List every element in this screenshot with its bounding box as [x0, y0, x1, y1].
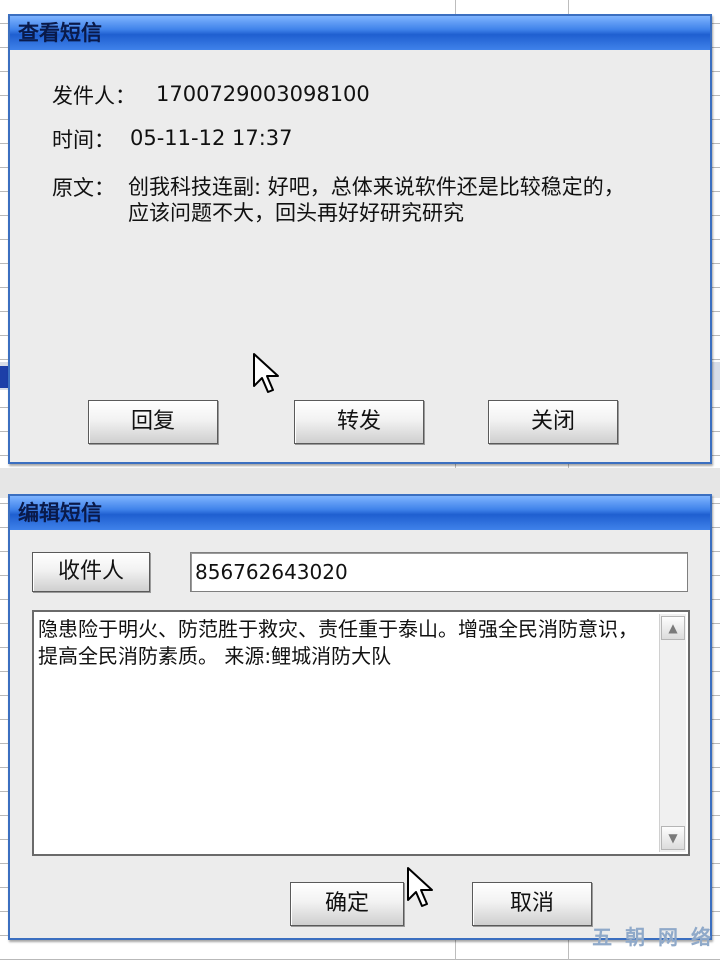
original-label: 原文：: [52, 176, 115, 200]
close-button[interactable]: 关闭: [488, 400, 618, 444]
view-message-dialog: 查看短信 发件人： 1700729003098100 时间： 05-11-12 …: [8, 14, 712, 464]
scroll-down-arrow-icon[interactable]: ▼: [661, 826, 685, 850]
message-scrollbar[interactable]: ▲ ▼: [659, 614, 686, 852]
mouse-pointer-icon: [253, 353, 279, 393]
view-dialog-titlebar: 查看短信: [10, 16, 710, 50]
recipient-button[interactable]: 收件人: [32, 552, 150, 592]
mouse-pointer-icon: [407, 867, 433, 907]
original-message-text: 创我科技连副: 好吧，总体来说软件还是比较稳定的，应该问题不大，回头再好好研究研…: [128, 175, 625, 225]
edit-dialog-titlebar: 编辑短信: [10, 496, 710, 530]
ok-button[interactable]: 确定: [290, 882, 404, 926]
edit-message-dialog: 编辑短信 收件人 856762643020 隐患险于明火、防范胜于救灾、责任重于…: [8, 494, 712, 940]
recipient-input[interactable]: 856762643020: [190, 552, 688, 592]
cancel-button[interactable]: 取消: [472, 882, 592, 926]
time-value: 05-11-12 17:37: [130, 126, 293, 150]
scroll-up-arrow-icon[interactable]: ▲: [661, 616, 685, 640]
time-label: 时间：: [52, 128, 115, 152]
message-body-text: 隐患险于明火、防范胜于救灾、责任重于泰山。增强全民消防意识，提高全民消防素质。 …: [38, 617, 638, 668]
message-body-textarea[interactable]: 隐患险于明火、防范胜于救灾、责任重于泰山。增强全民消防意识，提高全民消防素质。 …: [32, 610, 690, 856]
sender-label: 发件人：: [52, 84, 136, 108]
watermark-logo: 五 朝 网 络: [592, 925, 714, 949]
reply-button[interactable]: 回复: [88, 400, 218, 444]
forward-button[interactable]: 转发: [294, 400, 424, 444]
sender-value: 1700729003098100: [156, 82, 370, 106]
